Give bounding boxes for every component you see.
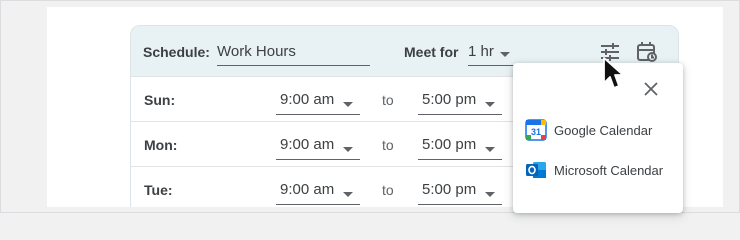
to-label: to (382, 92, 394, 108)
caret-down-icon (485, 102, 495, 107)
meet-for-label: Meet for (404, 44, 459, 60)
outlook-icon (526, 162, 546, 178)
start-time-select[interactable]: 9:00 am (276, 85, 360, 115)
calendar-sync-icon[interactable] (635, 40, 659, 64)
end-time-value: 5:00 pm (422, 91, 477, 108)
caret-down-icon (343, 147, 353, 152)
end-time-select[interactable]: 5:00 pm (418, 175, 502, 205)
start-time-value: 9:00 am (280, 91, 335, 108)
svg-text:31: 31 (531, 127, 541, 137)
close-icon[interactable] (642, 80, 660, 98)
schedule-label: Schedule: (143, 44, 210, 60)
schedule-name-input[interactable]: Work Hours (217, 37, 370, 66)
google-calendar-label: Google Calendar (554, 122, 653, 138)
day-label: Tue: (144, 182, 173, 198)
meeting-duration-value: 1 hr (468, 43, 494, 60)
caret-down-icon (485, 147, 495, 152)
end-time-value: 5:00 pm (422, 181, 477, 198)
day-label: Mon: (144, 137, 178, 153)
calendar-export-menu: 31 Google Calendar Microsoft Calendar (513, 63, 683, 213)
caret-down-icon (500, 52, 510, 57)
end-time-select[interactable]: 5:00 pm (418, 85, 502, 115)
mouse-cursor-icon (603, 57, 624, 89)
start-time-select[interactable]: 9:00 am (276, 175, 360, 205)
start-time-select[interactable]: 9:00 am (276, 130, 360, 160)
google-calendar-option[interactable]: 31 Google Calendar (525, 115, 675, 145)
caret-down-icon (485, 192, 495, 197)
microsoft-calendar-label: Microsoft Calendar (554, 162, 664, 178)
meeting-duration-select[interactable]: 1 hr (468, 37, 516, 66)
to-label: to (382, 137, 394, 153)
to-label: to (382, 182, 394, 198)
microsoft-calendar-option[interactable]: Microsoft Calendar (525, 155, 675, 185)
day-label: Sun: (144, 92, 176, 108)
end-time-value: 5:00 pm (422, 136, 477, 153)
google-calendar-icon: 31 (525, 119, 547, 141)
caret-down-icon (343, 192, 353, 197)
start-time-value: 9:00 am (280, 181, 335, 198)
caret-down-icon (343, 102, 353, 107)
end-time-select[interactable]: 5:00 pm (418, 130, 502, 160)
start-time-value: 9:00 am (280, 136, 335, 153)
